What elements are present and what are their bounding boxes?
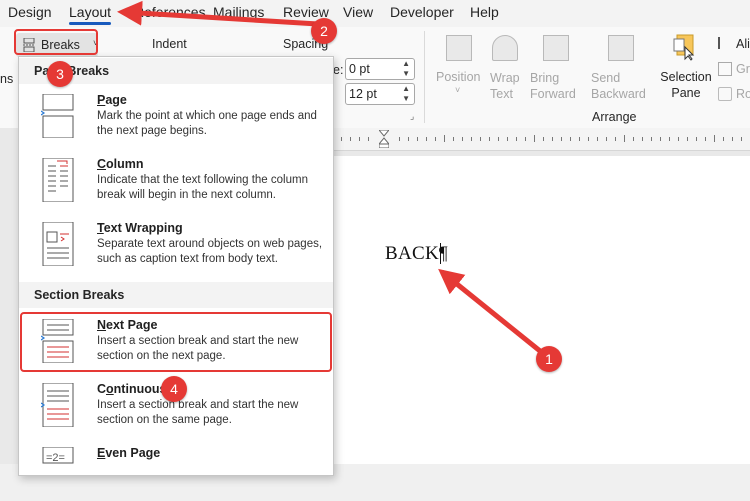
callout-badge: 1 [536, 346, 562, 372]
arrow-to-document-text [438, 268, 547, 357]
annotation-arrows [117, 0, 547, 357]
callout-badge: 3 [47, 61, 73, 87]
callout-badge: 2 [311, 18, 337, 44]
callout-badge: 4 [161, 376, 187, 402]
arrow-to-layout-tab [117, 0, 319, 27]
